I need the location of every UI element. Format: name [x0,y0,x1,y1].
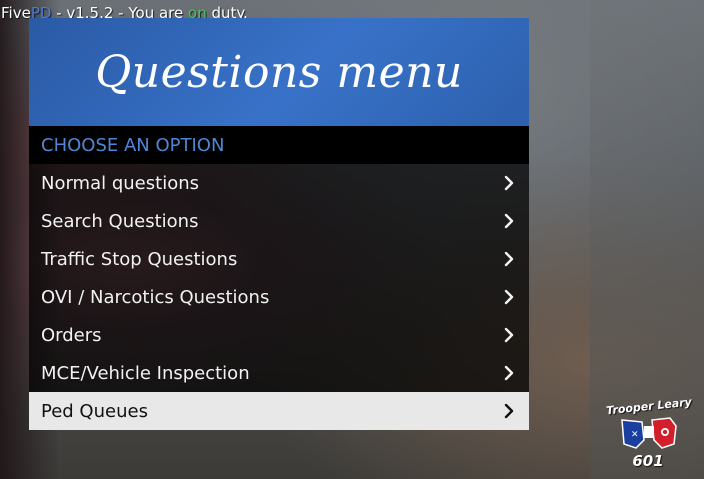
badge-number: 601 [632,452,664,470]
hud-prefix: Five [1,4,31,22]
chevron-right-icon [504,289,514,305]
menu-subtitle-bar: CHOOSE AN OPTION [29,126,529,164]
menu-item-traffic-stop-questions[interactable]: Traffic Stop Questions [29,240,529,278]
questions-menu: Questions menu CHOOSE AN OPTION Normal q… [29,18,529,430]
chevron-right-icon [504,251,514,267]
menu-item-label: Normal questions [41,172,199,194]
chevron-right-icon [504,403,514,419]
menu-item-search-questions[interactable]: Search Questions [29,202,529,240]
chevron-right-icon [504,327,514,343]
menu-title: Questions menu [95,46,463,98]
menu-item-label: Search Questions [41,210,199,232]
menu-item-label: OVI / Narcotics Questions [41,286,270,308]
menu-item-ovi-narcotics-questions[interactable]: OVI / Narcotics Questions [29,278,529,316]
menu-item-label: Ped Queues [41,400,148,422]
svg-text:✕: ✕ [631,430,639,440]
badge-name: Trooper Leary [605,395,693,418]
menu-item-label: Orders [41,324,102,346]
chevron-right-icon [504,365,514,381]
menu-item-list: Normal questions Search Questions Traffi… [29,164,529,430]
ohio-state-logo-icon: ✕ [621,417,677,449]
menu-banner: Questions menu [29,18,529,126]
menu-item-ped-queues[interactable]: Ped Queues [29,392,529,430]
menu-subtitle: CHOOSE AN OPTION [41,134,225,156]
menu-item-label: MCE/Vehicle Inspection [41,362,250,384]
menu-item-orders[interactable]: Orders [29,316,529,354]
chevron-right-icon [504,175,514,191]
menu-item-normal-questions[interactable]: Normal questions [29,164,529,202]
menu-item-mce-vehicle-inspection[interactable]: MCE/Vehicle Inspection [29,354,529,392]
trooper-badge: Trooper Leary ✕ 601 [605,395,693,474]
chevron-right-icon [504,213,514,229]
menu-item-label: Traffic Stop Questions [41,248,238,270]
